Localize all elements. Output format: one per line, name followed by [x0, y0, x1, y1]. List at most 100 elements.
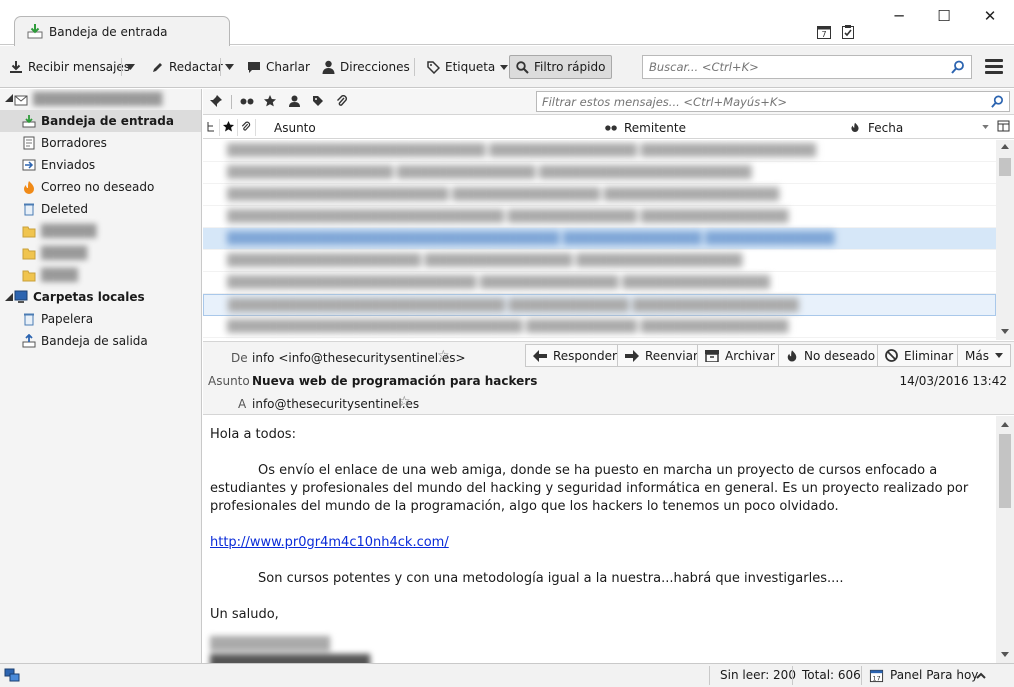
subject-column-header[interactable]: Asunto: [274, 121, 316, 135]
archive-button[interactable]: Archivar: [697, 344, 783, 367]
global-search-field[interactable]: [642, 55, 972, 79]
message-header-pane: De info <info@thesecuritysentinel.es> ☆ …: [203, 341, 1014, 415]
quick-filter-button[interactable]: Filtro rápido: [509, 55, 613, 79]
account-row[interactable]: ██████████████: [0, 89, 201, 111]
network-status-icon[interactable]: [4, 668, 20, 682]
message-list-scrollbar[interactable]: [996, 140, 1014, 340]
status-bar: Sin leer: 200 Total: 606 17 Panel Para h…: [0, 663, 1014, 687]
tag-filter-icon[interactable]: [312, 95, 324, 107]
folder-outbox[interactable]: Bandeja de salida: [0, 330, 201, 352]
more-button[interactable]: Más: [957, 344, 1011, 367]
outbox-icon: [22, 334, 36, 348]
junk-column-icon[interactable]: [850, 121, 860, 133]
message-row[interactable]: ████████████████████████ ███████████████…: [203, 184, 996, 206]
maximize-button[interactable]: ☐: [929, 6, 959, 26]
star-icon[interactable]: ☆: [437, 348, 450, 364]
date-column-header[interactable]: Fecha: [868, 121, 903, 135]
minimize-button[interactable]: ─: [884, 6, 914, 26]
scroll-thumb[interactable]: [999, 434, 1011, 508]
title-bar: Bandeja de entrada 7 ─ ☐ ✕: [0, 0, 1014, 46]
folder-trash[interactable]: Papelera: [0, 308, 201, 330]
message-row[interactable]: █████████████████████ ████████████████ █…: [203, 250, 996, 272]
message-row[interactable]: ████████████████████████████████████ ███…: [203, 228, 996, 250]
today-pane-toggle[interactable]: Panel Para hoy: [890, 668, 978, 682]
sender-column-header[interactable]: Remitente: [624, 121, 686, 135]
chevron-down-icon[interactable]: [126, 64, 135, 70]
star-icon[interactable]: ☆: [398, 394, 411, 410]
scroll-up-icon[interactable]: [1001, 144, 1009, 149]
thread-column-icon[interactable]: [206, 121, 216, 133]
scroll-thumb[interactable]: [999, 158, 1011, 176]
folder-redacted[interactable]: ████: [0, 264, 201, 286]
trash-icon: [24, 203, 34, 216]
calendar-icon[interactable]: 17: [869, 668, 884, 683]
folder-deleted[interactable]: Deleted: [0, 198, 201, 220]
folder-icon: [22, 248, 36, 260]
contact-filter-icon[interactable]: [289, 95, 300, 107]
search-icon[interactable]: [991, 95, 1004, 108]
filter-messages-field[interactable]: [536, 91, 1010, 112]
close-button[interactable]: ✕: [975, 6, 1005, 26]
tasks-icon[interactable]: [840, 24, 856, 40]
address-book-label: Direcciones: [340, 60, 410, 74]
folder-junk[interactable]: Correo no deseado: [0, 176, 201, 198]
from-value[interactable]: info <info@thesecuritysentinel.es>: [252, 351, 466, 365]
message-row[interactable]: ██████████████████ ███████████████ █████…: [203, 162, 996, 184]
folder-sent[interactable]: Enviados: [0, 154, 201, 176]
attachment-column-icon[interactable]: [241, 121, 251, 133]
delete-icon: [885, 349, 898, 362]
scroll-up-icon[interactable]: [1001, 422, 1009, 427]
read-status-column-icon[interactable]: [604, 124, 618, 132]
archive-label: Archivar: [725, 348, 775, 363]
status-divider: [792, 666, 793, 685]
star-filter-icon[interactable]: [264, 95, 276, 107]
message-row[interactable]: ██████████████████████████████ █████████…: [203, 206, 996, 228]
message-row[interactable]: ██████████████████████████████ █████████…: [203, 294, 996, 316]
message-row[interactable]: ████████████████████████████████ ███████…: [203, 316, 996, 338]
reply-button[interactable]: Responder: [525, 344, 625, 367]
message-body-scrollbar[interactable]: [996, 416, 1014, 663]
calendar-icon[interactable]: 7: [816, 24, 832, 40]
address-book-button[interactable]: Direcciones: [322, 57, 410, 77]
inbox-icon: [27, 24, 43, 39]
scroll-down-icon[interactable]: [1001, 329, 1009, 334]
folder-inbox[interactable]: Bandeja de entrada: [0, 110, 201, 132]
forward-button[interactable]: Reenviar: [617, 344, 706, 367]
message-list[interactable]: ████████████████████████████ ███████████…: [203, 140, 1014, 340]
folder-redacted[interactable]: █████: [0, 242, 201, 264]
star-column-icon[interactable]: [223, 121, 234, 132]
trash-icon: [24, 313, 34, 326]
app-menu-button[interactable]: [985, 59, 1003, 75]
attachment-filter-icon[interactable]: [336, 95, 348, 108]
unread-filter-icon[interactable]: [240, 97, 254, 106]
message-row[interactable]: ███████████████████████████ ████████████…: [203, 272, 996, 294]
column-picker-icon[interactable]: [997, 120, 1010, 133]
write-button[interactable]: Redactar: [151, 57, 223, 77]
folder-redacted[interactable]: ██████: [0, 220, 201, 242]
body-link[interactable]: http://www.pr0gr4m4c10nh4ck.com/: [210, 535, 449, 550]
reply-arrow-icon: [533, 349, 547, 362]
to-value[interactable]: info@thesecuritysentinel.es: [252, 397, 419, 411]
get-mail-button[interactable]: Recibir mensajes: [9, 57, 130, 77]
unread-count: Sin leer: 200: [720, 668, 796, 682]
chat-button[interactable]: Charlar: [247, 57, 310, 77]
quick-filter-label: Filtro rápido: [534, 60, 606, 74]
body-paragraph: Son cursos potentes y con una metodologí…: [258, 571, 844, 586]
folder-drafts[interactable]: Borradores: [0, 132, 201, 154]
get-mail-label: Recibir mensajes: [28, 60, 131, 74]
message-row[interactable]: ████████████████████████████ ███████████…: [203, 140, 996, 162]
message-text: Hola a todos: Os envío el enlace de una …: [210, 426, 990, 663]
tab-inbox[interactable]: Bandeja de entrada: [14, 16, 230, 46]
search-input[interactable]: [643, 56, 943, 78]
chevron-up-icon[interactable]: [976, 672, 986, 679]
scroll-down-icon[interactable]: [1001, 652, 1009, 657]
search-icon[interactable]: [951, 60, 965, 74]
not-junk-button[interactable]: No deseado: [778, 344, 884, 367]
tag-button[interactable]: Etiqueta: [427, 57, 509, 77]
pin-icon[interactable]: [209, 94, 223, 108]
sort-arrow-icon: [982, 125, 989, 129]
local-folders-row[interactable]: Carpetas locales: [0, 286, 201, 308]
filter-input[interactable]: [537, 92, 977, 111]
chevron-down-icon[interactable]: [225, 64, 234, 70]
delete-button[interactable]: Eliminar: [877, 344, 962, 367]
